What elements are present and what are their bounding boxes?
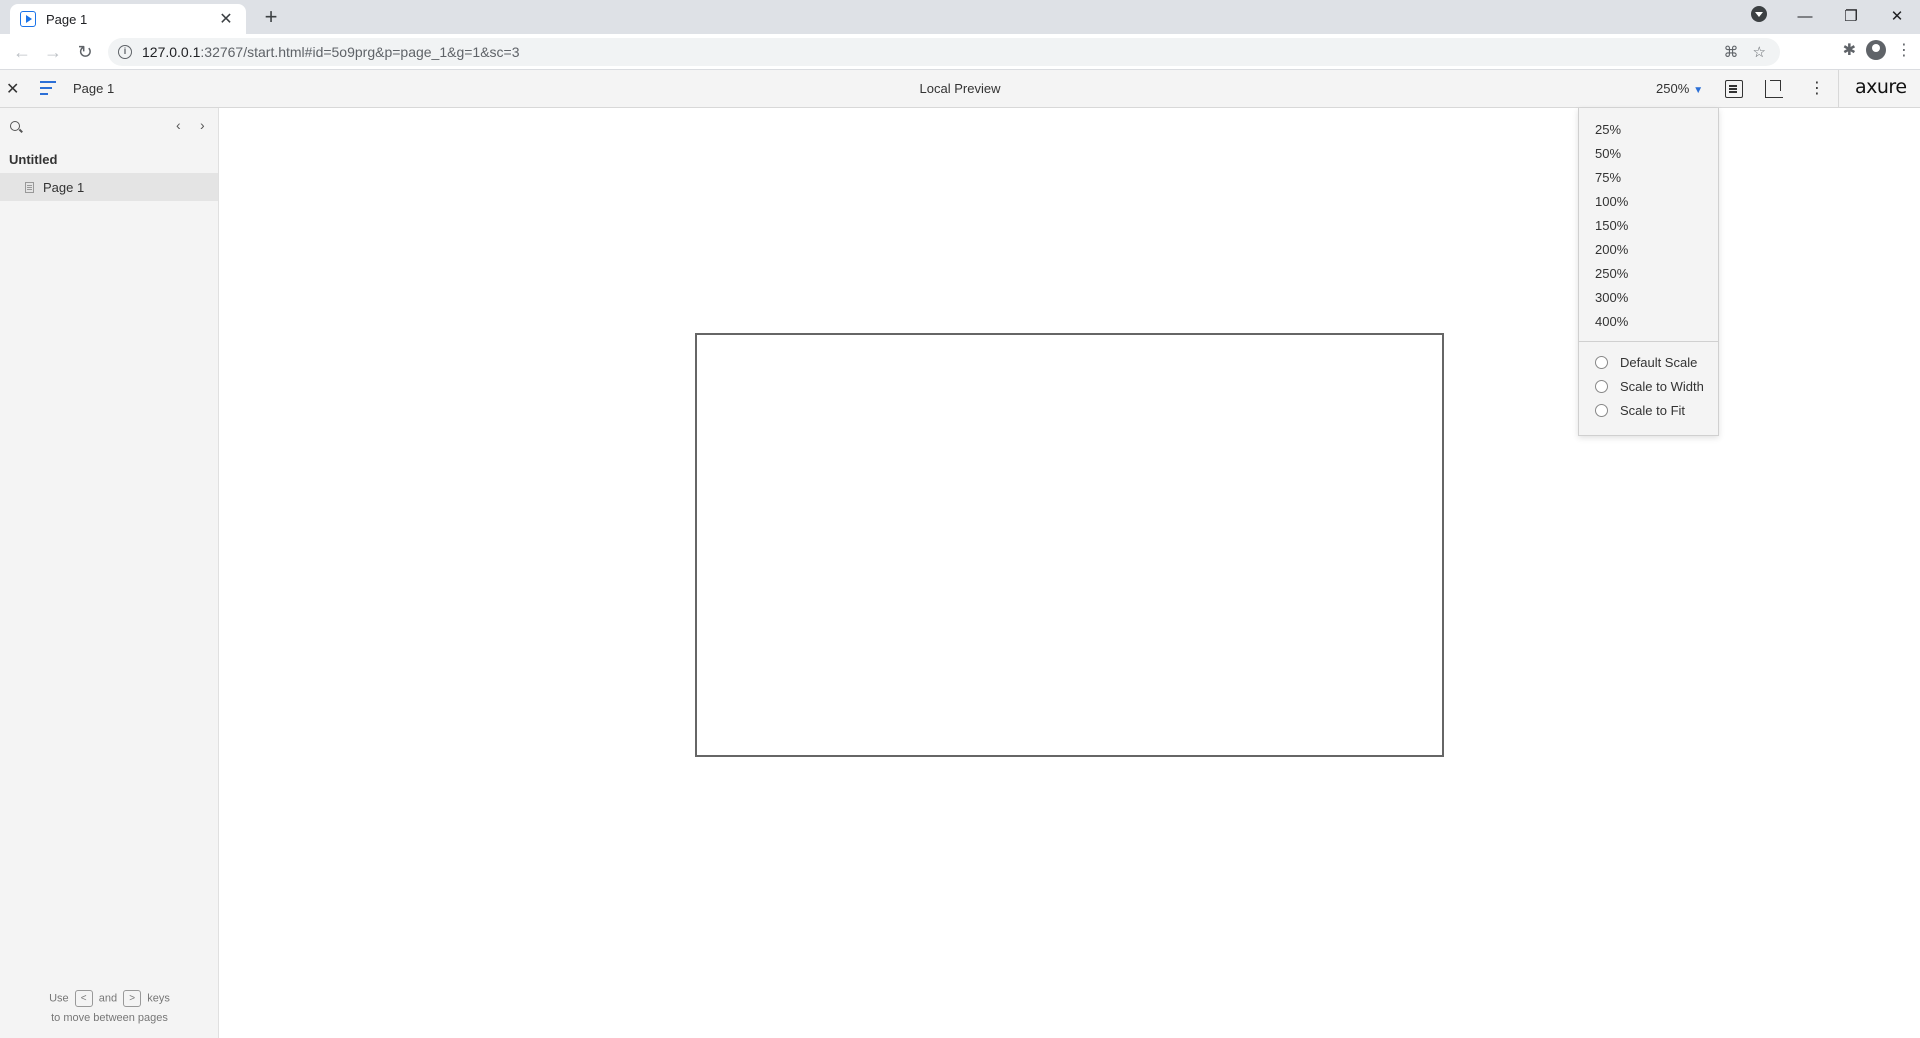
hamburger-icon[interactable]: [40, 81, 56, 95]
pages-sidebar: ‹ › Untitled Page 1 Use < and > keys to …: [0, 108, 219, 1038]
zoom-option-25[interactable]: 25%: [1595, 122, 1621, 137]
right-key-icon: >: [123, 990, 142, 1007]
zoom-option-50[interactable]: 50%: [1595, 146, 1621, 161]
close-icon[interactable]: ✕: [216, 9, 236, 29]
scale-option-label: Scale to Fit: [1620, 403, 1686, 418]
scale-option-label: Default Scale: [1620, 355, 1698, 370]
tab-title: Page 1: [46, 11, 88, 27]
zoom-dropdown[interactable]: 250% ▼: [1656, 81, 1703, 96]
current-page-name: Page 1: [73, 81, 115, 96]
puzzle-icon[interactable]: ✱: [1843, 40, 1856, 60]
kebab-icon[interactable]: ⋮: [1896, 40, 1912, 60]
left-key-icon: <: [74, 990, 93, 1007]
radio-button[interactable]: [1595, 404, 1608, 417]
scale-option-label: Scale to Width: [1620, 379, 1704, 394]
keyboard-hint: Use < and > keys: [0, 990, 219, 1007]
preview-label: Local Preview: [919, 81, 1001, 96]
notes-icon[interactable]: [1725, 80, 1743, 98]
sidebar-item-page-1[interactable]: Page 1: [0, 173, 218, 201]
url-path: :32767/start.html#id=5o9prg&p=page_1&g=1…: [200, 44, 520, 60]
inspect-icon[interactable]: [1765, 80, 1783, 98]
hint-text: Use: [49, 992, 69, 1005]
restore-icon[interactable]: ❐: [1828, 7, 1874, 25]
profile-icon[interactable]: [1866, 40, 1886, 60]
page-icon: [25, 181, 34, 193]
zoom-option-400[interactable]: 400%: [1595, 314, 1628, 329]
radio-button[interactable]: [1595, 356, 1608, 369]
menu-divider: [1579, 341, 1718, 342]
radio-button[interactable]: [1595, 380, 1608, 393]
zoom-option-150[interactable]: 150%: [1595, 218, 1628, 233]
scale-option-width[interactable]: Scale to Width: [1595, 379, 1704, 394]
forward-arrow-icon[interactable]: →: [41, 40, 65, 64]
close-icon[interactable]: ✕: [6, 79, 19, 99]
keyboard-hint-line2: to move between pages: [51, 1012, 168, 1024]
hint-text: keys: [147, 992, 170, 1005]
address-bar[interactable]: i 127.0.0.1:32767/start.html#id=5o9prg&p…: [108, 38, 1780, 66]
zoom-option-250[interactable]: 250%: [1595, 266, 1628, 281]
reload-icon[interactable]: ↻: [73, 40, 97, 64]
hint-text: and: [98, 992, 118, 1005]
star-icon[interactable]: ☆: [1753, 43, 1766, 61]
zoom-value: 250%: [1656, 81, 1690, 96]
search-icon[interactable]: [10, 121, 20, 131]
window-controls: — ❐ ✕: [1736, 0, 1920, 32]
translate-icon[interactable]: ⌘: [1724, 43, 1739, 61]
chevron-left-icon[interactable]: ‹: [176, 117, 181, 133]
chevron-down-icon: ▼: [1693, 85, 1704, 96]
zoom-option-200[interactable]: 200%: [1595, 242, 1628, 257]
zoom-option-300[interactable]: 300%: [1595, 290, 1628, 305]
back-arrow-icon[interactable]: ←: [10, 40, 34, 64]
divider: [1838, 70, 1839, 108]
browser-tab[interactable]: Page 1 ✕: [10, 4, 246, 34]
browser-tabstrip: Page 1 ✕ + — ❐ ✕: [0, 0, 1920, 34]
axure-header: ✕ Page 1 Local Preview 250% ▼ ⋮ axure: [0, 70, 1920, 108]
zoom-option-75[interactable]: 75%: [1595, 170, 1621, 185]
zoom-option-100[interactable]: 100%: [1595, 194, 1628, 209]
close-window-icon[interactable]: ✕: [1874, 7, 1920, 25]
scale-option-fit[interactable]: Scale to Fit: [1595, 403, 1685, 418]
minimize-icon[interactable]: —: [1782, 8, 1828, 25]
plus-icon[interactable]: +: [258, 5, 284, 31]
project-title: Untitled: [9, 152, 58, 167]
browser-toolbar: ← → ↻ i 127.0.0.1:32767/start.html#id=5o…: [0, 34, 1920, 70]
rectangle-widget: [695, 333, 1444, 757]
chevron-right-icon[interactable]: ›: [200, 117, 205, 133]
sidebar-item-label: Page 1: [43, 179, 85, 195]
scale-option-default[interactable]: Default Scale: [1595, 355, 1697, 370]
more-options-icon[interactable]: ⋮: [1808, 80, 1826, 98]
axure-logo: axure: [1855, 76, 1907, 98]
zoom-menu: 25% 50% 75% 100% 150% 200% 250% 300% 400…: [1578, 108, 1719, 436]
url-host: 127.0.0.1: [142, 44, 201, 60]
play-favicon-icon: [20, 11, 36, 27]
profile-menu-icon[interactable]: [1736, 6, 1782, 26]
info-icon[interactable]: i: [118, 45, 132, 59]
